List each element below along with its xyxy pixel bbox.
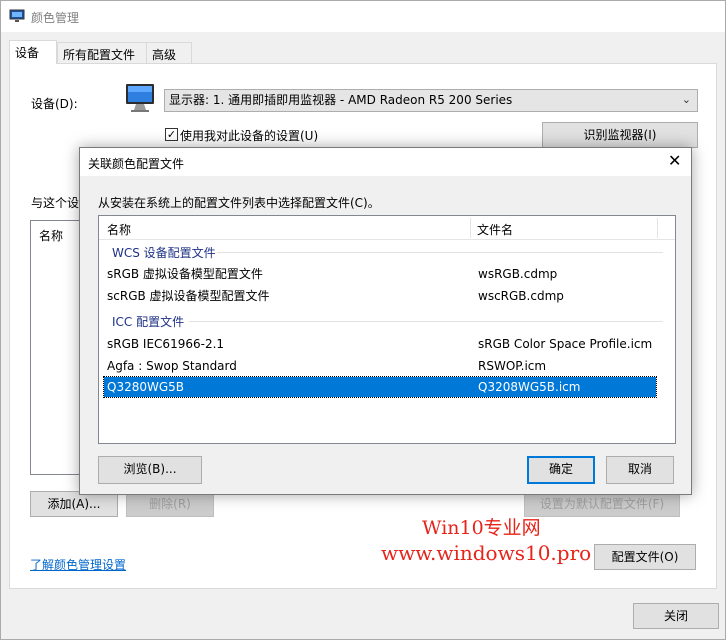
profile-name: sRGB 虚拟设备模型配置文件 — [107, 267, 263, 281]
ok-button[interactable]: 确定 — [527, 456, 595, 484]
identify-monitors-button[interactable]: 识别监视器(I) — [542, 122, 698, 148]
use-my-settings-label: 使用我对此设备的设置(U) — [180, 129, 319, 143]
tab-advanced[interactable]: 高级 — [146, 42, 192, 64]
column-divider — [470, 218, 471, 238]
profile-file: sRGB Color Space Profile.icm — [478, 337, 653, 351]
profile-name: scRGB 虚拟设备模型配置文件 — [107, 289, 270, 303]
cancel-button[interactable]: 取消 — [606, 456, 674, 484]
group-label: WCS 设备配置文件 — [112, 246, 216, 260]
profile-list[interactable]: 名称 文件名 WCS 设备配置文件 sRGB 虚拟设备模型配置文件 wsRGB.… — [98, 215, 676, 444]
associate-profile-dialog: 关联颜色配置文件 ✕ 从安装在系统上的配置文件列表中选择配置文件(C)。 名称 … — [79, 147, 692, 495]
browse-button[interactable]: 浏览(B)... — [98, 456, 202, 484]
profile-file: RSWOP.icm — [478, 359, 547, 373]
tab-advanced-label: 高级 — [152, 48, 177, 62]
list-item[interactable]: Agfa : Swop Standard RSWOP.icm — [104, 356, 656, 376]
close-button[interactable]: 关闭 — [633, 603, 719, 629]
column-divider — [657, 218, 658, 238]
monitor-icon — [124, 81, 158, 115]
device-select-value: 显示器: 1. 通用即插即用监视器 - AMD Radeon R5 200 Se… — [169, 93, 513, 107]
monitor-app-icon — [9, 8, 25, 24]
group-divider — [217, 252, 663, 253]
profile-file: Q3208WG5B.icm — [478, 380, 581, 394]
tab-all-profiles[interactable]: 所有配置文件 — [57, 42, 147, 64]
column-file-header[interactable]: 文件名 — [477, 221, 513, 238]
group-header-wcs: WCS 设备配置文件 — [99, 243, 675, 263]
group-label: ICC 配置文件 — [112, 315, 185, 329]
list-item-selected[interactable]: Q3280WG5B Q3208WG5B.icm — [103, 376, 657, 398]
watermark-line2: www.windows10.pro — [381, 541, 592, 565]
color-management-window: 颜色管理 设备 所有配置文件 高级 设备(D): 显示器: 1. 通用即插即用监… — [0, 0, 726, 640]
use-my-settings-checkbox[interactable]: ✓ — [165, 128, 178, 141]
device-label: 设备(D): — [31, 97, 78, 111]
learn-color-settings-link[interactable]: 了解颜色管理设置 — [30, 556, 126, 573]
tab-devices-label: 设备 — [15, 46, 40, 60]
column-name-header[interactable]: 名称 — [107, 221, 131, 238]
close-icon[interactable]: ✕ — [668, 151, 681, 171]
chevron-down-icon: ⌄ — [681, 93, 691, 106]
device-profiles-list[interactable]: 名称 — [30, 220, 80, 475]
watermark-line1: Win10专业网 — [422, 517, 541, 539]
device-profiles-name-header: 名称 — [39, 229, 64, 243]
profile-name: sRGB IEC61966-2.1 — [107, 337, 225, 351]
title-bar: 颜色管理 — [1, 1, 725, 32]
group-header-icc: ICC 配置文件 — [99, 312, 675, 332]
dialog-instruction: 从安装在系统上的配置文件列表中选择配置文件(C)。 — [98, 196, 380, 210]
tab-all-profiles-label: 所有配置文件 — [63, 48, 136, 62]
tab-strip: 设备 所有配置文件 高级 — [9, 40, 209, 64]
dialog-title-bar: 关联颜色配置文件 ✕ — [80, 148, 691, 176]
tab-devices[interactable]: 设备 — [9, 40, 57, 64]
profile-file: wscRGB.cdmp — [478, 289, 564, 303]
group-divider — [189, 321, 663, 322]
profiles-button[interactable]: 配置文件(O) — [594, 544, 696, 570]
device-select[interactable]: 显示器: 1. 通用即插即用监视器 - AMD Radeon R5 200 Se… — [164, 89, 698, 112]
profile-file: wsRGB.cdmp — [478, 267, 558, 281]
list-item[interactable]: scRGB 虚拟设备模型配置文件 wscRGB.cdmp — [104, 286, 656, 306]
profile-name: Q3280WG5B — [107, 380, 185, 394]
associated-profiles-label: 与这个设 — [31, 196, 80, 210]
list-item[interactable]: sRGB IEC61966-2.1 sRGB Color Space Profi… — [104, 334, 656, 354]
list-item[interactable]: sRGB 虚拟设备模型配置文件 wsRGB.cdmp — [104, 264, 656, 284]
profile-name: Agfa : Swop Standard — [107, 359, 237, 373]
profile-list-header: 名称 文件名 — [99, 216, 675, 240]
window-title: 颜色管理 — [31, 11, 80, 25]
dialog-title: 关联颜色配置文件 — [88, 157, 185, 171]
